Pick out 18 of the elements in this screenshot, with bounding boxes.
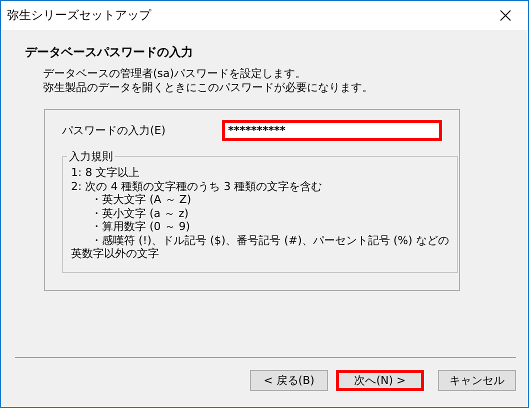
back-button[interactable]: < 戻る(B) [250,370,328,391]
rules-title: 入力規則 [68,149,114,164]
rule-text: ・英大文字 (A ～ Z) [90,193,192,206]
window-title: 弥生シリーズセットアップ [7,7,151,24]
rule-text: ・感嘆符 (!)、ドル記号 ($)、番号記号 (#)、パーセント記号 (%) などの [90,234,449,247]
page-heading: データベースパスワードの入力 [25,44,194,61]
rule-text: 2: 次の 4 種類の文字種のうち 3 種類の文字を含む [71,180,324,193]
description-text: 弥生製品のデータを開くときにこのパスワードが必要になります。 [43,81,374,95]
description-text: データベースの管理者(sa)パスワードを設定します。 [43,67,308,81]
cancel-button[interactable]: キャンセル [438,370,516,391]
rule-text: ・算用数字 (0 ～ 9) [90,220,192,234]
close-icon [500,10,510,21]
rule-text: 1: 8 文字以上 [71,166,141,180]
password-label: パスワードの入力(E) [62,123,166,138]
password-field[interactable]: ********** [222,120,442,141]
next-button[interactable]: 次へ(N) > [336,370,424,391]
rule-text: ・英小文字 (a ～ z) [90,206,190,220]
rule-text: 英数字以外の文字 [71,247,160,260]
